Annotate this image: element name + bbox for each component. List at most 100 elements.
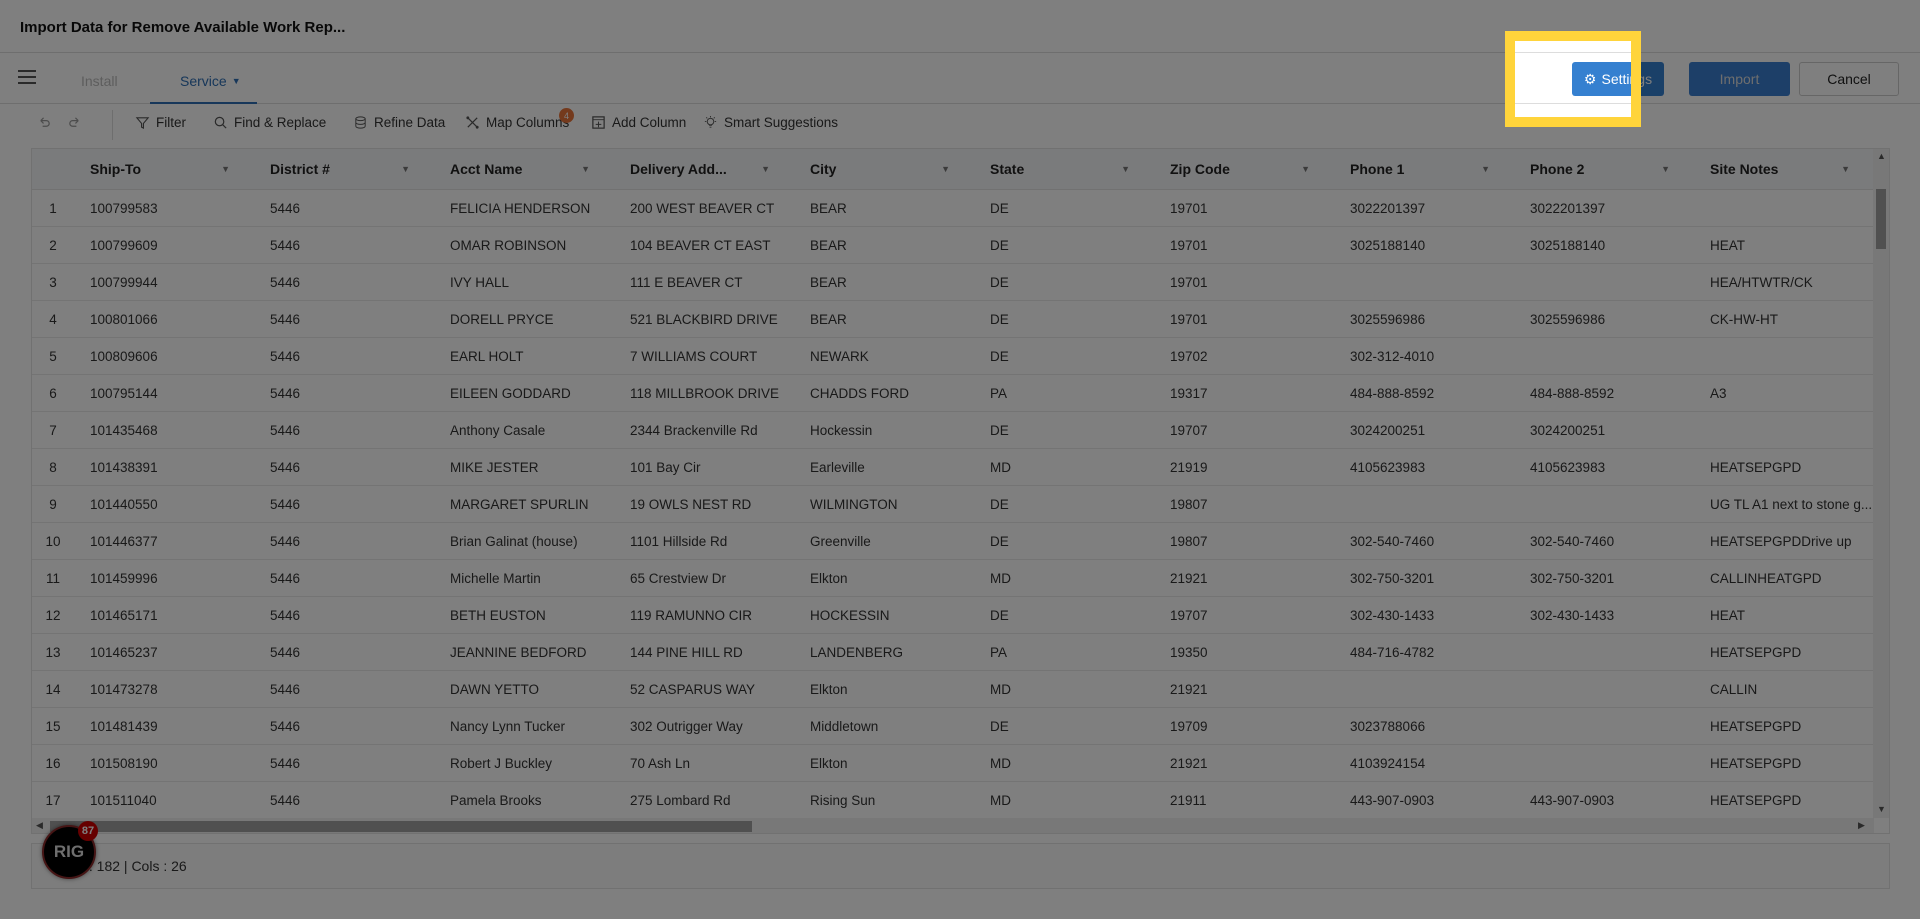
table-cell[interactable]: 4103924154: [1334, 745, 1514, 782]
column-header[interactable]: City ▼: [794, 149, 974, 190]
table-row[interactable]: 7 101435468 5446 Anthony Casale 2344 Bracken…: [32, 412, 1874, 449]
table-cell[interactable]: HEATSEPGPDDrive up: [1694, 523, 1874, 560]
table-cell[interactable]: 443-907-0903: [1334, 782, 1514, 819]
table-cell[interactable]: MD: [974, 745, 1154, 782]
settings-button[interactable]: ⚙ Settings: [1572, 62, 1664, 96]
table-cell[interactable]: 484-888-8592: [1514, 375, 1694, 412]
table-cell[interactable]: [1694, 412, 1874, 449]
table-cell[interactable]: MD: [974, 449, 1154, 486]
column-header[interactable]: Delivery Add... ▼: [614, 149, 794, 190]
table-cell[interactable]: 19701: [1154, 301, 1334, 338]
table-cell[interactable]: BEAR: [794, 227, 974, 264]
table-cell[interactable]: 5446: [254, 560, 434, 597]
table-cell[interactable]: 19701: [1154, 264, 1334, 301]
table-cell[interactable]: CALLINHEATGPD: [1694, 560, 1874, 597]
table-cell[interactable]: 101 Bay Cir: [614, 449, 794, 486]
redo-icon[interactable]: [67, 115, 82, 130]
column-header[interactable]: Phone 1 ▼: [1334, 149, 1514, 190]
table-cell[interactable]: Nancy Lynn Tucker: [434, 708, 614, 745]
table-cell[interactable]: NEWARK: [794, 338, 974, 375]
scroll-right-icon[interactable]: ▶: [1858, 820, 1865, 831]
table-cell[interactable]: 21911: [1154, 782, 1334, 819]
add-column-button[interactable]: Add Column: [591, 115, 686, 130]
table-cell[interactable]: 5446: [254, 745, 434, 782]
table-row[interactable]: 16 101508190 5446 Robert J Buckley 70 Ash Ln…: [32, 745, 1874, 782]
table-cell[interactable]: DAWN YETTO: [434, 671, 614, 708]
column-header[interactable]: District # ▼: [254, 149, 434, 190]
table-cell[interactable]: 2344 Brackenville Rd: [614, 412, 794, 449]
table-cell[interactable]: 4105623983: [1334, 449, 1514, 486]
undo-icon[interactable]: [37, 115, 52, 130]
table-cell[interactable]: DE: [974, 338, 1154, 375]
table-cell[interactable]: MARGARET SPURLIN: [434, 486, 614, 523]
table-cell[interactable]: MD: [974, 782, 1154, 819]
vertical-scrollbar[interactable]: ▲ ▼: [1873, 149, 1889, 818]
table-cell[interactable]: 521 BLACKBIRD DRIVE: [614, 301, 794, 338]
table-cell[interactable]: 5446: [254, 301, 434, 338]
table-cell[interactable]: 100799944: [74, 264, 254, 301]
table-cell[interactable]: 5446: [254, 190, 434, 227]
table-cell[interactable]: 3023788066: [1334, 708, 1514, 745]
table-cell[interactable]: [1514, 486, 1694, 523]
table-row[interactable]: 15 101481439 5446 Nancy Lynn Tucker 302 Outr…: [32, 708, 1874, 745]
table-cell[interactable]: [1514, 338, 1694, 375]
find-replace-button[interactable]: Find & Replace: [213, 115, 326, 130]
table-cell[interactable]: 100801066: [74, 301, 254, 338]
table-cell[interactable]: 19701: [1154, 190, 1334, 227]
table-cell[interactable]: 101465171: [74, 597, 254, 634]
table-cell[interactable]: MD: [974, 671, 1154, 708]
table-cell[interactable]: [1694, 338, 1874, 375]
table-cell[interactable]: 144 PINE HILL RD: [614, 634, 794, 671]
table-cell[interactable]: 5446: [254, 782, 434, 819]
table-cell[interactable]: 3024200251: [1334, 412, 1514, 449]
table-cell[interactable]: 101459996: [74, 560, 254, 597]
horizontal-scrollbar[interactable]: ◀ ▶: [32, 818, 1874, 833]
table-cell[interactable]: 19701: [1154, 227, 1334, 264]
table-cell[interactable]: MIKE JESTER: [434, 449, 614, 486]
table-cell[interactable]: DE: [974, 523, 1154, 560]
table-cell[interactable]: [1514, 745, 1694, 782]
table-cell[interactable]: HEATSEPGPD: [1694, 634, 1874, 671]
table-cell[interactable]: HEATSEPGPD: [1694, 745, 1874, 782]
table-cell[interactable]: 3025596986: [1334, 301, 1514, 338]
table-cell[interactable]: IVY HALL: [434, 264, 614, 301]
table-cell[interactable]: 65 Crestview Dr: [614, 560, 794, 597]
table-cell[interactable]: 5446: [254, 227, 434, 264]
column-menu-icon[interactable]: ▼: [1661, 149, 1670, 190]
column-menu-icon[interactable]: ▼: [1481, 149, 1490, 190]
column-menu-icon[interactable]: ▼: [581, 149, 590, 190]
table-cell[interactable]: 21921: [1154, 671, 1334, 708]
table-cell[interactable]: 302-750-3201: [1514, 560, 1694, 597]
table-cell[interactable]: 275 Lombard Rd: [614, 782, 794, 819]
column-menu-icon[interactable]: ▼: [761, 149, 770, 190]
scroll-up-icon[interactable]: ▲: [1877, 151, 1886, 161]
column-menu-icon[interactable]: ▼: [941, 149, 950, 190]
table-cell[interactable]: DE: [974, 708, 1154, 745]
table-cell[interactable]: HEAT: [1694, 227, 1874, 264]
map-columns-button[interactable]: Map Columns: [465, 115, 569, 130]
table-cell[interactable]: 19707: [1154, 597, 1334, 634]
cancel-button[interactable]: Cancel: [1799, 62, 1899, 96]
table-cell[interactable]: PA: [974, 375, 1154, 412]
table-cell[interactable]: DE: [974, 227, 1154, 264]
table-cell[interactable]: 21921: [1154, 745, 1334, 782]
column-menu-icon[interactable]: ▼: [1121, 149, 1130, 190]
table-cell[interactable]: Brian Galinat (house): [434, 523, 614, 560]
table-cell[interactable]: Greenville: [794, 523, 974, 560]
table-cell[interactable]: 19317: [1154, 375, 1334, 412]
table-cell[interactable]: HEAT: [1694, 597, 1874, 634]
vertical-scroll-thumb[interactable]: [1876, 189, 1886, 249]
table-cell[interactable]: 100799583: [74, 190, 254, 227]
horizontal-scroll-thumb[interactable]: [50, 821, 752, 832]
table-cell[interactable]: 484-716-4782: [1334, 634, 1514, 671]
column-menu-icon[interactable]: ▼: [1301, 149, 1310, 190]
table-cell[interactable]: Pamela Brooks: [434, 782, 614, 819]
table-cell[interactable]: 100809606: [74, 338, 254, 375]
table-cell[interactable]: 111 E BEAVER CT: [614, 264, 794, 301]
table-cell[interactable]: 5446: [254, 634, 434, 671]
table-cell[interactable]: 302 Outrigger Way: [614, 708, 794, 745]
table-cell[interactable]: LANDENBERG: [794, 634, 974, 671]
table-cell[interactable]: 21919: [1154, 449, 1334, 486]
table-cell[interactable]: BEAR: [794, 301, 974, 338]
table-cell[interactable]: 70 Ash Ln: [614, 745, 794, 782]
